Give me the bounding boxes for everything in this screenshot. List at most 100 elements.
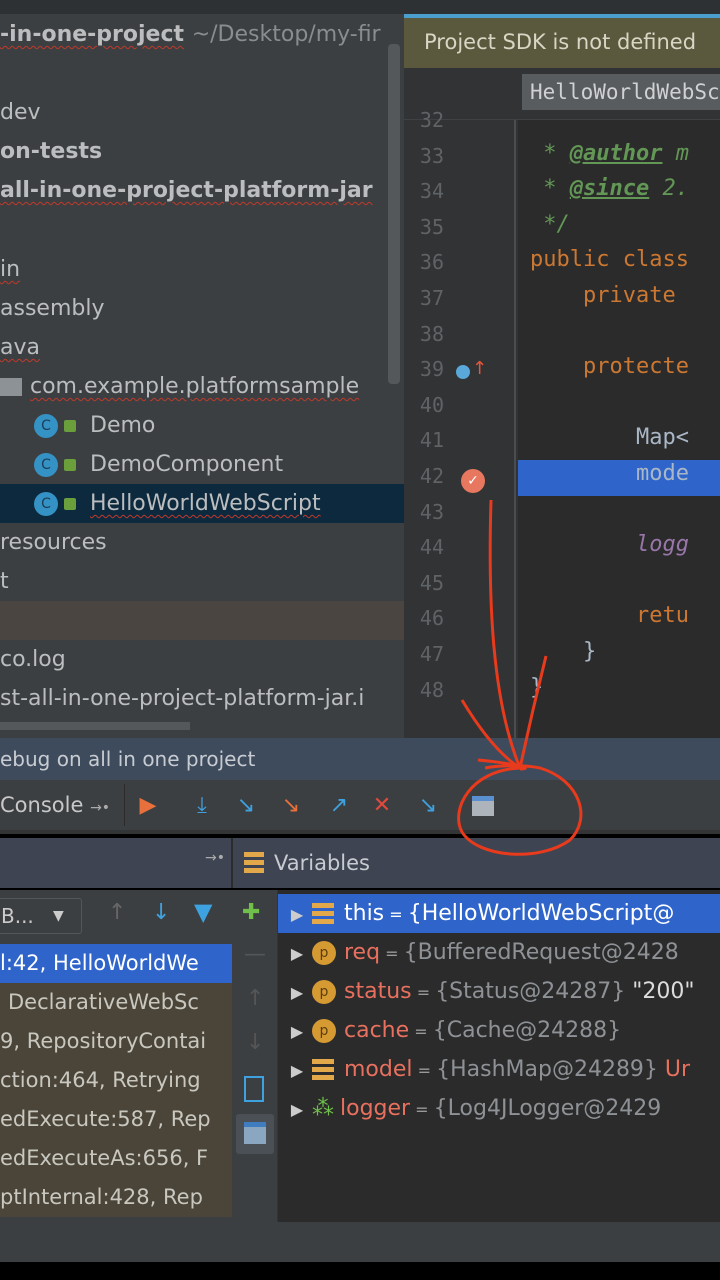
variable-row[interactable]: ▶ p req = {BufferedRequest@2428 — [278, 933, 720, 972]
frame-item[interactable]: DeclarativeWebSc — [0, 983, 232, 1022]
code-line[interactable]: * @author m — [530, 141, 689, 166]
up-arrow-icon[interactable]: ↑ — [108, 900, 126, 925]
tree-item[interactable]: co.log — [0, 640, 404, 679]
frame-item-selected[interactable]: l:42, HelloWorldWe — [0, 944, 232, 983]
tree-item[interactable]: st-all-in-one-project-platform-jar.i — [0, 679, 404, 718]
expand-icon[interactable]: ▶ — [282, 973, 312, 1012]
frame-item[interactable]: ction:464, Retrying — [0, 1061, 232, 1100]
run-to-cursor-icon[interactable]: ↘ — [414, 792, 442, 820]
fold-line — [514, 120, 516, 738]
line-number: 43 — [419, 499, 444, 524]
code-line[interactable]: Map< — [530, 425, 689, 450]
show-execution-point-icon[interactable]: ▶ — [134, 792, 162, 820]
tree-item[interactable]: ava — [0, 328, 404, 367]
equals-sign: = — [380, 944, 404, 963]
expand-icon[interactable]: ▶ — [282, 895, 312, 934]
horizontal-scrollbar[interactable] — [0, 722, 190, 730]
frame-item[interactable]: edExecute:587, Rep — [0, 1100, 232, 1139]
debug-title-text: ebug on all in one project — [0, 747, 256, 771]
code-line[interactable]: private — [530, 283, 676, 308]
code-line[interactable]: mode — [530, 461, 689, 486]
vertical-scrollbar[interactable] — [388, 44, 400, 384]
breadcrumb[interactable]: HelloWorldWebScript — [522, 74, 720, 110]
code-line[interactable]: } — [530, 675, 543, 700]
tree-item-class-selected[interactable]: C HelloWorldWebScript — [0, 484, 404, 523]
expand-icon[interactable]: ▶ — [282, 1012, 312, 1051]
step-over-icon[interactable]: ⤓ — [188, 792, 216, 820]
frame-item[interactable]: 9, RepositoryContai — [0, 1022, 232, 1061]
breakpoint-icon[interactable]: ✓ — [461, 469, 485, 493]
line-number: 41 — [419, 428, 444, 453]
code-token: */ — [530, 211, 570, 237]
debug-panel-header: →• Variables — [0, 838, 720, 888]
force-step-into-icon[interactable]: ↘ — [277, 792, 305, 820]
debug-toolbar: Console →• ▶ ⤓ ↘ ↘ ↗ ✕ ↘ — [0, 780, 720, 834]
lock-icon — [64, 459, 76, 471]
tree-item-package[interactable]: com.example.platformsample — [0, 367, 404, 406]
class-icon: C — [34, 453, 58, 477]
line-number: 37 — [419, 286, 444, 310]
variable-extra: Ur — [657, 1057, 691, 1082]
tree-item-class[interactable]: C Demo — [0, 406, 404, 445]
remove-watch-icon[interactable]: — — [244, 942, 266, 967]
code-line[interactable]: public class — [530, 247, 689, 272]
move-up-icon[interactable]: ↑ — [246, 986, 264, 1011]
tree-item[interactable]: in — [0, 250, 404, 289]
pin-icon[interactable]: →• — [90, 800, 110, 816]
code-line[interactable]: logg — [530, 532, 689, 557]
step-out-icon[interactable]: ↗ — [325, 792, 353, 820]
code-line[interactable]: } — [530, 639, 596, 664]
tree-item-highlighted[interactable] — [0, 601, 404, 640]
variable-name: req — [344, 940, 381, 965]
copy-icon[interactable] — [244, 1076, 264, 1102]
tree-label: st-all-in-one-project-platform-jar.i — [0, 686, 365, 711]
tree-label: t — [0, 569, 9, 594]
override-icon[interactable] — [456, 365, 470, 379]
tree-item[interactable]: t — [0, 562, 404, 601]
frame-item[interactable]: edExecuteAs:656, F — [0, 1139, 232, 1178]
expand-icon[interactable]: ▶ — [282, 934, 312, 973]
breadcrumb-bar: HelloWorldWebScript — [404, 68, 720, 120]
variable-extra: "200" — [625, 979, 695, 1004]
tree-item[interactable]: assembly — [0, 289, 404, 328]
console-tab[interactable]: Console →• — [0, 780, 110, 830]
evaluate-expression-icon[interactable] — [472, 796, 494, 816]
down-arrow-icon[interactable]: ↓ — [152, 900, 170, 925]
pin-icon[interactable]: →• — [205, 850, 225, 866]
variable-value: {BufferedRequest@2428 — [403, 940, 679, 965]
project-root[interactable]: -in-one-project ~/Desktop/my-fir — [0, 15, 404, 54]
show-watches-toggle[interactable] — [236, 1114, 274, 1154]
project-tree: -in-one-project ~/Desktop/my-fir dev on-… — [0, 14, 404, 738]
variable-row[interactable]: ▶ p status = {Status@24287} "200" — [278, 972, 720, 1011]
code-line[interactable]: protecte — [530, 354, 689, 379]
drop-frame-icon[interactable]: ✕ — [368, 792, 396, 820]
variable-row[interactable]: ▶ model = {HashMap@24289} Ur — [278, 1050, 720, 1089]
variable-row[interactable]: ▶ ⁂ logger = {Log4JLogger@2429 — [278, 1089, 720, 1128]
frame-item[interactable]: ptInternal:428, Rep — [0, 1178, 232, 1217]
tree-item[interactable]: on-tests — [0, 132, 404, 171]
divider — [124, 784, 125, 826]
line-number: 33 — [419, 143, 444, 168]
thread-dropdown[interactable]: B... ▼ — [0, 898, 82, 934]
code-token: @author — [569, 140, 663, 166]
code-line[interactable]: */ — [530, 212, 570, 237]
move-down-icon[interactable]: ↓ — [246, 1030, 264, 1055]
variable-row[interactable]: ▶ p cache = {Cache@24288} — [278, 1011, 720, 1050]
code-line[interactable]: retu — [530, 603, 689, 628]
tree-item[interactable]: all-in-one-project-platform-jar — [0, 171, 404, 210]
code-token: public class — [530, 247, 689, 273]
tree-item[interactable]: dev — [0, 93, 404, 132]
variable-row[interactable]: ▶ this = {HelloWorldWebScript@ — [278, 894, 720, 933]
step-into-icon[interactable]: ↘ — [232, 792, 260, 820]
tree-item[interactable]: resources — [0, 523, 404, 562]
expand-icon[interactable]: ▶ — [282, 1051, 312, 1090]
code-token: * — [530, 176, 570, 202]
code-line[interactable]: * @since 2. — [530, 176, 689, 201]
new-watch-icon[interactable]: ✚ — [242, 900, 260, 925]
filter-icon[interactable]: ▼ — [194, 898, 212, 926]
tree-item-class[interactable]: C DemoComponent — [0, 445, 404, 484]
tree-label: com.example.platformsample — [30, 374, 360, 399]
tree-label: ava — [0, 335, 40, 360]
code-token: mode — [530, 461, 689, 486]
expand-icon[interactable]: ▶ — [282, 1090, 312, 1129]
